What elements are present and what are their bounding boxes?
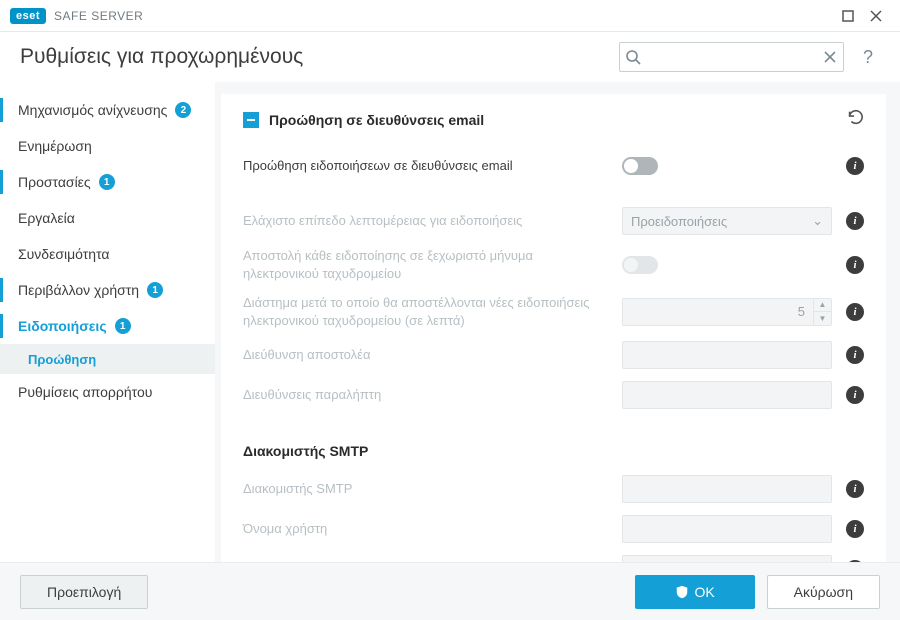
- chevron-up-icon[interactable]: ▲: [814, 299, 831, 313]
- row-smtp-server: Διακομιστής SMTP i: [243, 469, 864, 509]
- info-icon[interactable]: i: [846, 480, 864, 498]
- sidebar-item-label: Ειδοποιήσεις: [18, 318, 107, 334]
- sidebar-item-label: Προστασίες: [18, 174, 91, 190]
- spinner-buttons[interactable]: ▲ ▼: [813, 299, 831, 325]
- row-label: Διεύθυνση αποστολέα: [243, 346, 608, 364]
- settings-panel: Προώθηση σε διευθύνσεις email Προώθηση ε…: [221, 94, 886, 562]
- info-icon[interactable]: i: [846, 256, 864, 274]
- row-label: Αποστολή κάθε ειδοποίησης σε ξεχωριστό μ…: [243, 247, 608, 282]
- sidebar-item-connectivity[interactable]: Συνδεσιμότητα: [0, 236, 215, 272]
- row-label: Διακομιστής SMTP: [243, 480, 608, 498]
- sidebar-subitem-forwarding[interactable]: Προώθηση: [0, 344, 215, 374]
- clear-search-icon[interactable]: [822, 49, 838, 65]
- sidebar-item-label: Εργαλεία: [18, 210, 75, 226]
- undo-icon[interactable]: [846, 108, 864, 131]
- header: Ρυθμίσεις για προχωρημένους ?: [0, 32, 900, 82]
- button-label: Προεπιλογή: [47, 584, 121, 600]
- forward-toggle[interactable]: [622, 157, 658, 175]
- sidebar-badge: 1: [147, 282, 163, 298]
- sidebar-item-label: Περιβάλλον χρήστη: [18, 282, 139, 298]
- row-sender: Διεύθυνση αποστολέα i: [243, 335, 864, 375]
- sidebar-item-detection-engine[interactable]: Μηχανισμός ανίχνευσης 2: [0, 92, 215, 128]
- chevron-down-icon: ⌄: [812, 213, 823, 229]
- sidebar-badge: 2: [175, 102, 191, 118]
- button-label: OK: [695, 584, 715, 600]
- brand-badge: eset: [10, 8, 46, 24]
- search-field[interactable]: [619, 42, 844, 72]
- smtp-server-input[interactable]: [622, 475, 832, 503]
- smtp-username-input[interactable]: [622, 515, 832, 543]
- collapse-icon[interactable]: [243, 112, 259, 128]
- main-area: Προώθηση σε διευθύνσεις email Προώθηση ε…: [215, 82, 900, 562]
- row-min-verbosity: Ελάχιστο επίπεδο λεπτομέρειας για ειδοπο…: [243, 201, 864, 241]
- sidebar-item-notifications[interactable]: Ειδοποιήσεις 1: [0, 308, 215, 344]
- shield-icon: [675, 585, 689, 599]
- page-title: Ρυθμίσεις για προχωρημένους: [20, 45, 607, 69]
- row-label: Ελάχιστο επίπεδο λεπτομέρειας για ειδοπο…: [243, 212, 608, 230]
- ok-button[interactable]: OK: [635, 575, 755, 609]
- row-label: Προώθηση ειδοποιήσεων σε διευθύνσεις ema…: [243, 157, 608, 175]
- info-icon[interactable]: i: [846, 212, 864, 230]
- sidebar-item-label: Ρυθμίσεις απορρήτου: [18, 384, 152, 400]
- info-icon[interactable]: i: [846, 346, 864, 364]
- interval-spinner[interactable]: 5 ▲ ▼: [622, 298, 832, 326]
- select-value: Προειδοποιήσεις: [631, 214, 727, 229]
- row-label: Διάστημα μετά το οποίο θα αποστέλλονται …: [243, 294, 608, 329]
- default-button[interactable]: Προεπιλογή: [20, 575, 148, 609]
- help-button[interactable]: ?: [856, 45, 880, 69]
- search-input[interactable]: [619, 42, 844, 72]
- row-smtp-username: Όνομα χρήστη i: [243, 509, 864, 549]
- sidebar-item-protections[interactable]: Προστασίες 1: [0, 164, 215, 200]
- sidebar-item-update[interactable]: Ενημέρωση: [0, 128, 215, 164]
- row-interval: Διάστημα μετά το οποίο θα αποστέλλονται …: [243, 288, 864, 335]
- row-label: Κωδικός πρόσβασης: [243, 560, 608, 562]
- sender-input[interactable]: [622, 341, 832, 369]
- smtp-password-input[interactable]: [622, 555, 832, 562]
- search-icon: [625, 49, 641, 65]
- row-forward-toggle: Προώθηση ειδοποιήσεων σε διευθύνσεις ema…: [243, 149, 864, 183]
- row-separate-email: Αποστολή κάθε ειδοποίησης σε ξεχωριστό μ…: [243, 241, 864, 288]
- info-icon[interactable]: i: [846, 560, 864, 562]
- recipients-input[interactable]: [622, 381, 832, 409]
- titlebar: eset SAFE SERVER: [0, 0, 900, 32]
- window-close-button[interactable]: [862, 2, 890, 30]
- spinner-value: 5: [798, 304, 813, 319]
- info-icon[interactable]: i: [846, 157, 864, 175]
- sidebar: Μηχανισμός ανίχνευσης 2 Ενημέρωση Προστα…: [0, 82, 215, 562]
- sidebar-item-label: Συνδεσιμότητα: [18, 246, 110, 262]
- section-header: Προώθηση σε διευθύνσεις email: [243, 108, 864, 131]
- info-icon[interactable]: i: [846, 520, 864, 538]
- info-icon[interactable]: i: [846, 303, 864, 321]
- row-recipients: Διευθύνσεις παραλήπτη i: [243, 375, 864, 415]
- chevron-down-icon[interactable]: ▼: [814, 312, 831, 325]
- section-title: Προώθηση σε διευθύνσεις email: [269, 112, 836, 128]
- button-label: Ακύρωση: [794, 584, 853, 600]
- sidebar-subitem-label: Προώθηση: [28, 352, 96, 367]
- brand-text: SAFE SERVER: [54, 9, 143, 23]
- row-smtp-password: Κωδικός πρόσβασης i: [243, 549, 864, 562]
- cancel-button[interactable]: Ακύρωση: [767, 575, 880, 609]
- sidebar-item-tools[interactable]: Εργαλεία: [0, 200, 215, 236]
- sidebar-item-privacy[interactable]: Ρυθμίσεις απορρήτου: [0, 374, 215, 410]
- window-maximize-button[interactable]: [834, 2, 862, 30]
- row-label: Όνομα χρήστη: [243, 520, 608, 538]
- smtp-heading: Διακομιστής SMTP: [243, 443, 864, 459]
- footer: Προεπιλογή OK Ακύρωση: [0, 562, 900, 620]
- sidebar-badge: 1: [99, 174, 115, 190]
- info-icon[interactable]: i: [846, 386, 864, 404]
- separate-email-toggle[interactable]: [622, 256, 658, 274]
- sidebar-badge: 1: [115, 318, 131, 334]
- row-label: Διευθύνσεις παραλήπτη: [243, 386, 608, 404]
- sidebar-item-label: Μηχανισμός ανίχνευσης: [18, 102, 167, 118]
- min-verbosity-select[interactable]: Προειδοποιήσεις ⌄: [622, 207, 832, 235]
- sidebar-item-label: Ενημέρωση: [18, 138, 92, 154]
- sidebar-item-ui[interactable]: Περιβάλλον χρήστη 1: [0, 272, 215, 308]
